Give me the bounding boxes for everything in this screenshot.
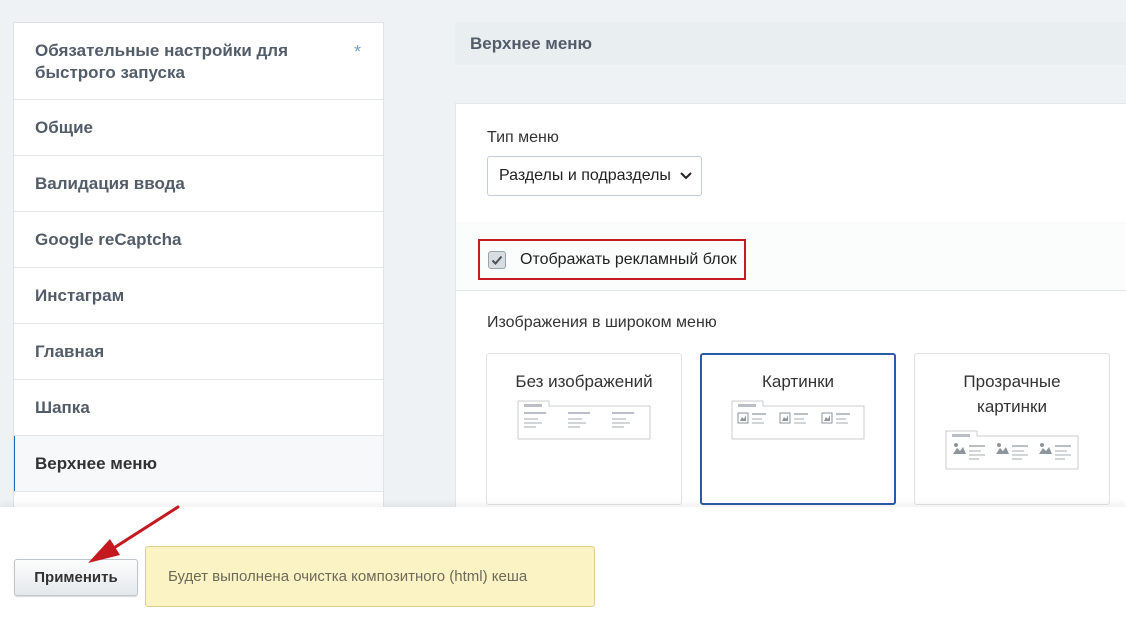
sidebar-item-general[interactable]: Общие <box>14 100 383 156</box>
settings-sidebar: Обязательные настройки для быстрого запу… <box>13 22 384 512</box>
option-label: Без изображений <box>515 372 653 391</box>
transparent-images-preview-icon <box>945 430 1079 470</box>
section-title: Верхнее меню <box>455 22 1126 65</box>
sidebar-item-label: Инстаграм <box>35 285 125 305</box>
sidebar-item-label: Главная <box>35 341 105 361</box>
option-label: Прозрачные картинки <box>963 372 1061 416</box>
sidebar-item-input-validation[interactable]: Валидация ввода <box>14 156 383 212</box>
option-no-images[interactable]: Без изображений <box>486 353 682 505</box>
ad-block-checkbox[interactable] <box>488 250 506 269</box>
ad-block-highlight: Отображать рекламный блок <box>478 239 746 280</box>
cache-notice: Будет выполнена очистка композитного (ht… <box>145 546 595 607</box>
option-label: Картинки <box>761 372 835 391</box>
option-images[interactable]: Картинки <box>700 353 896 505</box>
sidebar-item-label: Шапка <box>35 397 90 417</box>
menu-type-selected-value: Разделы и подразделы <box>499 167 671 184</box>
no-images-preview-icon <box>517 400 651 440</box>
sidebar-item-quick-start[interactable]: Обязательные настройки для быстрого запу… <box>14 23 383 100</box>
option-transparent-images[interactable]: Прозрачные картинки <box>914 353 1110 505</box>
annotation-arrow-icon <box>88 505 180 563</box>
sidebar-item-label: Верхнее меню <box>35 453 158 473</box>
menu-type-select[interactable]: Разделы и подразделы <box>487 156 702 196</box>
images-preview-icon <box>731 400 865 440</box>
wide-menu-images-panel: Изображения в широком меню Без изображен… <box>455 290 1126 520</box>
sidebar-item-label: Общие <box>35 117 93 137</box>
checkmark-icon <box>491 255 503 265</box>
chevron-down-icon <box>680 172 692 180</box>
sidebar-item-header[interactable]: Шапка <box>14 380 383 436</box>
required-asterisk-icon: * <box>353 42 361 62</box>
wide-menu-images-label: Изображения в широком меню <box>487 314 717 331</box>
cache-notice-text: Будет выполнена очистка композитного (ht… <box>168 568 528 585</box>
sidebar-item-instagram[interactable]: Инстаграм <box>14 268 383 324</box>
menu-type-label: Тип меню <box>487 129 559 146</box>
sidebar-item-label: Валидация ввода <box>35 173 185 193</box>
sidebar-item-top-menu[interactable]: Верхнее меню <box>14 436 383 492</box>
sidebar-item-recaptcha[interactable]: Google reCaptcha <box>14 212 383 268</box>
ad-block-label: Отображать рекламный блок <box>520 250 737 268</box>
menu-type-panel: Тип меню Разделы и подразделы <box>455 103 1126 223</box>
sidebar-item-label: Google reCaptcha <box>35 229 182 249</box>
sidebar-item-main[interactable]: Главная <box>14 324 383 380</box>
sidebar-item-label: Обязательные настройки для быстрого запу… <box>35 41 289 82</box>
